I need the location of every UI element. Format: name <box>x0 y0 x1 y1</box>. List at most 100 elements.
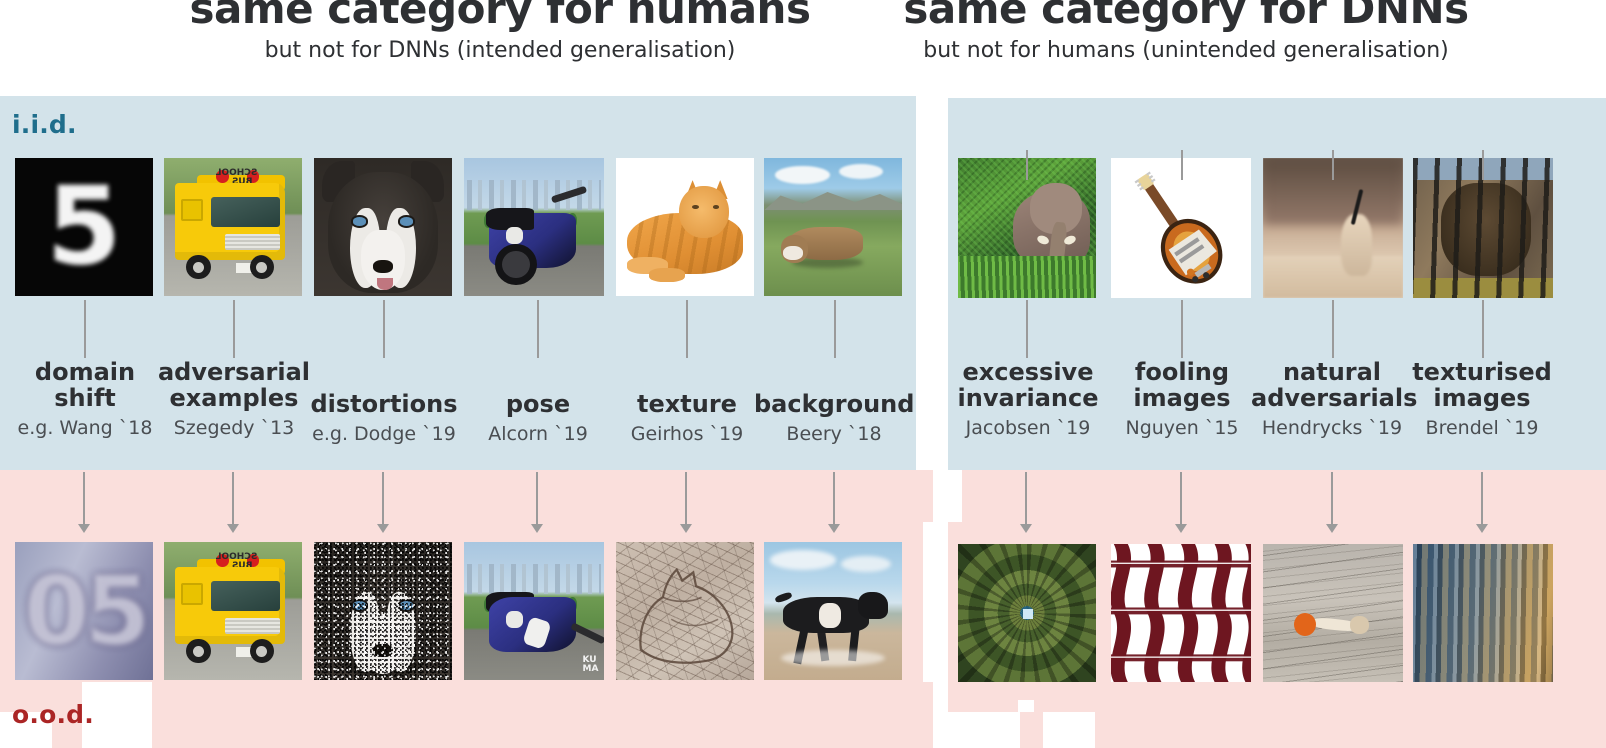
stem-adversarial-examples <box>233 300 235 358</box>
cite-fooling-images: Nguyen `15 <box>1125 416 1239 439</box>
label-fooling-images-line1: fooling <box>1134 358 1230 386</box>
label-domain-shift-line2: shift <box>54 383 116 412</box>
stem-natural-adversarials <box>1332 150 1334 180</box>
right-ood-notch-left <box>948 470 962 522</box>
cite-texture: Geirhos `19 <box>630 422 744 445</box>
brown-cow-on-alpine-meadow-art <box>764 158 902 296</box>
arrow-natural-adversarials <box>1326 472 1338 534</box>
arrow-distortions <box>377 472 389 534</box>
label-background: background Beery `18 <box>754 390 915 445</box>
orange-tabby-cat-art <box>616 158 754 296</box>
arrow-texturised-images <box>1476 472 1488 534</box>
cat-silhouette-icon <box>639 567 734 664</box>
label-texture-line1: texture <box>637 390 737 418</box>
label-texturised-images-line2: images <box>1433 383 1531 412</box>
wave-pattern-icon <box>1111 544 1251 682</box>
stem-fooling-images <box>1181 150 1183 180</box>
thumb-ood-distortions[interactable] <box>314 542 452 680</box>
adversarially-perturbed-school-bus-art: SCHOOL BUS <box>164 542 302 680</box>
label-texture: texture Geirhos `19 <box>607 390 767 445</box>
thumb-ood-excessive-invariance[interactable] <box>958 544 1096 682</box>
cite-pose: Alcorn `19 <box>488 422 588 445</box>
stem2-excessive-invariance <box>1026 300 1028 358</box>
label-adversarial-examples-line2: examples <box>169 383 299 412</box>
right-ood-notch-bottom-b <box>1043 712 1095 748</box>
stem-texture <box>686 300 688 358</box>
arrow-adversarial-examples <box>227 472 239 534</box>
texturised-shards-art <box>1413 544 1553 682</box>
texturised-cat-art <box>616 542 754 680</box>
label-excessive-invariance: excessive invariance Jacobsen `19 <box>947 358 1109 439</box>
right-ood-notch-bottom-c <box>1018 700 1034 712</box>
thumb-iid-adversarial-examples[interactable]: SCHOOL BUS <box>164 158 302 296</box>
blue-motorcycle-upright-art <box>464 158 604 296</box>
arrow-domain-shift <box>78 472 90 534</box>
right-heading-main: same category for DNNs <box>903 0 1469 33</box>
label-excessive-invariance-line1: excessive <box>962 358 1094 386</box>
pin-on-weathered-wood-art <box>1263 544 1403 682</box>
label-pose-line1: pose <box>505 390 571 418</box>
thumb-ood-natural-adversarials[interactable] <box>1263 544 1403 682</box>
blurry-mnist-digit-5-art: 5 <box>15 158 153 296</box>
arrow-pose <box>531 472 543 534</box>
cite-adversarial-examples: Szegedy `13 <box>173 416 295 439</box>
stem-texturised-images <box>1482 150 1484 180</box>
thumb-ood-pose[interactable]: KU MA <box>464 542 604 680</box>
label-distortions: distortions e.g. Dodge `19 <box>300 391 468 445</box>
stem-domain-shift <box>84 300 86 358</box>
spiral-staircase-art <box>958 544 1096 682</box>
noise-corrupted-husky-art <box>314 542 452 680</box>
cite-domain-shift: e.g. Wang `18 <box>17 416 153 439</box>
thumb-iid-distortions[interactable] <box>314 158 452 296</box>
stem-background <box>834 300 836 358</box>
noise-overlay <box>314 542 452 680</box>
cow-on-beach-art <box>764 542 902 680</box>
ood-row-label: o.o.d. <box>12 700 94 729</box>
thumb-ood-texture[interactable] <box>616 542 754 680</box>
watermark-text: KU MA <box>582 655 599 675</box>
label-natural-adversarials-line2: adversarials <box>1251 383 1418 412</box>
label-domain-shift-line1: domain <box>34 358 136 386</box>
cite-excessive-invariance: Jacobsen `19 <box>965 416 1091 439</box>
thumb-ood-background[interactable] <box>764 542 902 680</box>
stem-excessive-invariance <box>1026 150 1028 180</box>
arrow-background <box>828 472 840 534</box>
mnist-digit-glyph: 5 <box>46 164 122 290</box>
yellow-school-bus-art: SCHOOL BUS <box>164 158 302 296</box>
thumb-iid-domain-shift[interactable]: 5 <box>15 158 153 296</box>
svhn-digit-glyph: 05 <box>23 555 151 667</box>
stem2-fooling-images <box>1181 300 1183 358</box>
cite-texturised-images: Brendel `19 <box>1425 416 1539 439</box>
thumb-ood-fooling-images[interactable] <box>1111 544 1251 682</box>
label-background-line1: background <box>754 390 915 418</box>
label-excessive-invariance-line2: invariance <box>957 383 1099 412</box>
husky-dog-face-art <box>314 158 452 296</box>
thumb-ood-texturised-images[interactable] <box>1413 544 1553 682</box>
cite-natural-adversarials: Hendrycks `19 <box>1261 416 1403 439</box>
right-ood-notch-bottom-a <box>948 712 1020 748</box>
stem-distortions <box>383 300 385 358</box>
thumb-iid-texture[interactable] <box>616 158 754 296</box>
thumb-iid-pose[interactable] <box>464 158 604 296</box>
label-natural-adversarials-line1: natural <box>1282 358 1382 386</box>
stem-pose <box>537 300 539 358</box>
arrow-texture <box>680 472 692 534</box>
left-ood-notch-right <box>923 522 935 682</box>
blurry-svhn-house-number-art: 05 05 <box>15 542 153 680</box>
label-adversarial-examples: adversarial examples Szegedy `13 <box>154 358 314 439</box>
label-pose: pose Alcorn `19 <box>458 390 618 445</box>
label-fooling-images: fooling images Nguyen `15 <box>1101 358 1263 439</box>
crashed-motorcycle-art: KU MA <box>464 542 604 680</box>
cite-distortions: e.g. Dodge `19 <box>312 422 456 445</box>
arrow-excessive-invariance <box>1020 472 1032 534</box>
maroon-wave-pattern-art <box>1111 544 1251 682</box>
thumb-ood-adversarial-examples[interactable]: SCHOOL BUS <box>164 542 302 680</box>
label-adversarial-examples-line1: adversarial <box>157 358 311 386</box>
arrow-fooling-images <box>1175 472 1187 534</box>
thumb-iid-background[interactable] <box>764 158 902 296</box>
label-domain-shift: domain shift e.g. Wang `18 <box>5 358 165 439</box>
figure-root: same category for humans but not for DNN… <box>0 0 1606 748</box>
thumb-ood-domain-shift[interactable]: 05 05 <box>15 542 153 680</box>
stem2-texturised-images <box>1482 300 1484 358</box>
label-texturised-images: texturised images Brendel `19 <box>1401 359 1563 439</box>
